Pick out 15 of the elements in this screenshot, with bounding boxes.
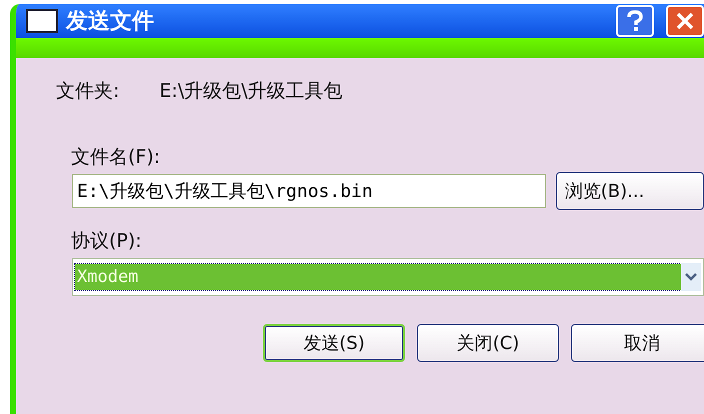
close-icon xyxy=(676,12,694,30)
help-button[interactable] xyxy=(616,5,654,37)
file-name-field[interactable]: E:\升级包\升级工具包\rgnos.bin xyxy=(72,174,546,208)
file-name-label: 文件名(F): xyxy=(71,145,162,170)
folder-path: E:\升级包\升级工具包 xyxy=(159,79,343,104)
browse-button[interactable]: 浏览(B)... xyxy=(556,172,704,210)
question-mark-icon xyxy=(626,10,644,32)
close-button[interactable] xyxy=(666,5,704,37)
window-icon xyxy=(26,9,58,33)
dialog-button[interactable]: 发送(S) xyxy=(263,324,405,362)
dialog-button[interactable]: 取消 xyxy=(571,324,704,362)
window-title: 发送文件 xyxy=(66,8,155,36)
folder-label: 文件夹: xyxy=(56,79,120,104)
dialog-button[interactable]: 关闭(C) xyxy=(417,324,559,362)
protocol-label: 协议(P): xyxy=(71,229,143,254)
